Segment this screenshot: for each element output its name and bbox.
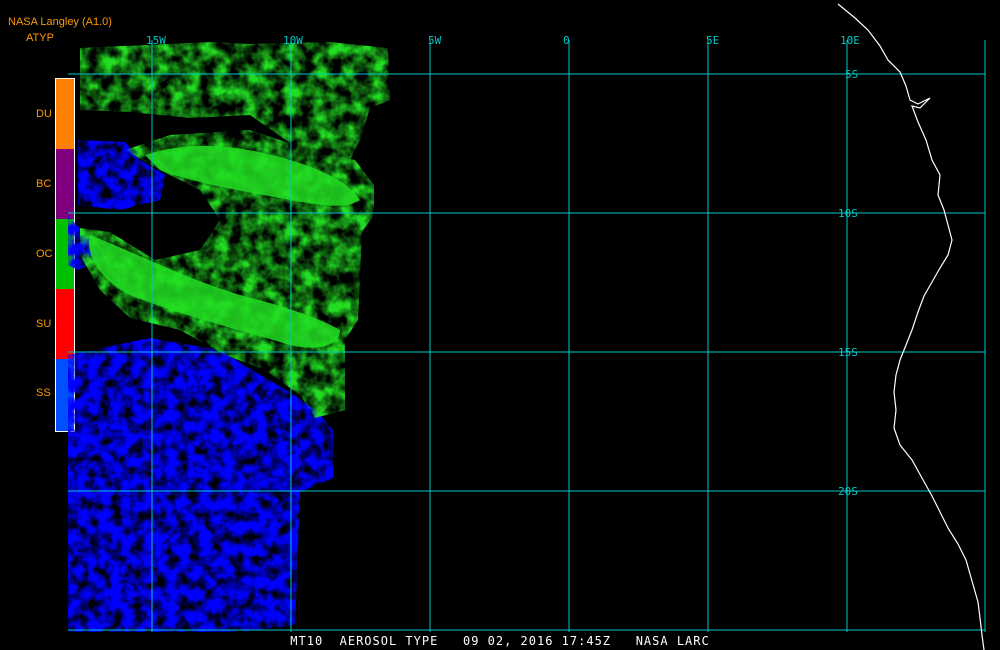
lon-label-5w: 5W [428,34,442,47]
lon-label-0: 0 [563,34,570,47]
lat-label-5s: 5S [845,68,858,81]
lon-label-10w: 10W [283,34,303,47]
lat-label-15s: 15S [838,346,858,359]
footer-caption: MT10 AEROSOL TYPE 09 02, 2016 17:45Z NAS… [290,634,710,648]
aerosol-map: 15W 10W 5W 0 5E 10E 5S 10S 15S 20S [68,3,986,650]
lon-label-10e: 10E [840,34,860,47]
lon-label-15w: 15W [146,34,166,47]
lat-label-10s: 10S [838,207,858,220]
lon-label-5e: 5E [706,34,719,47]
lat-label-20s: 20S [838,485,858,498]
african-coastline [837,3,985,650]
